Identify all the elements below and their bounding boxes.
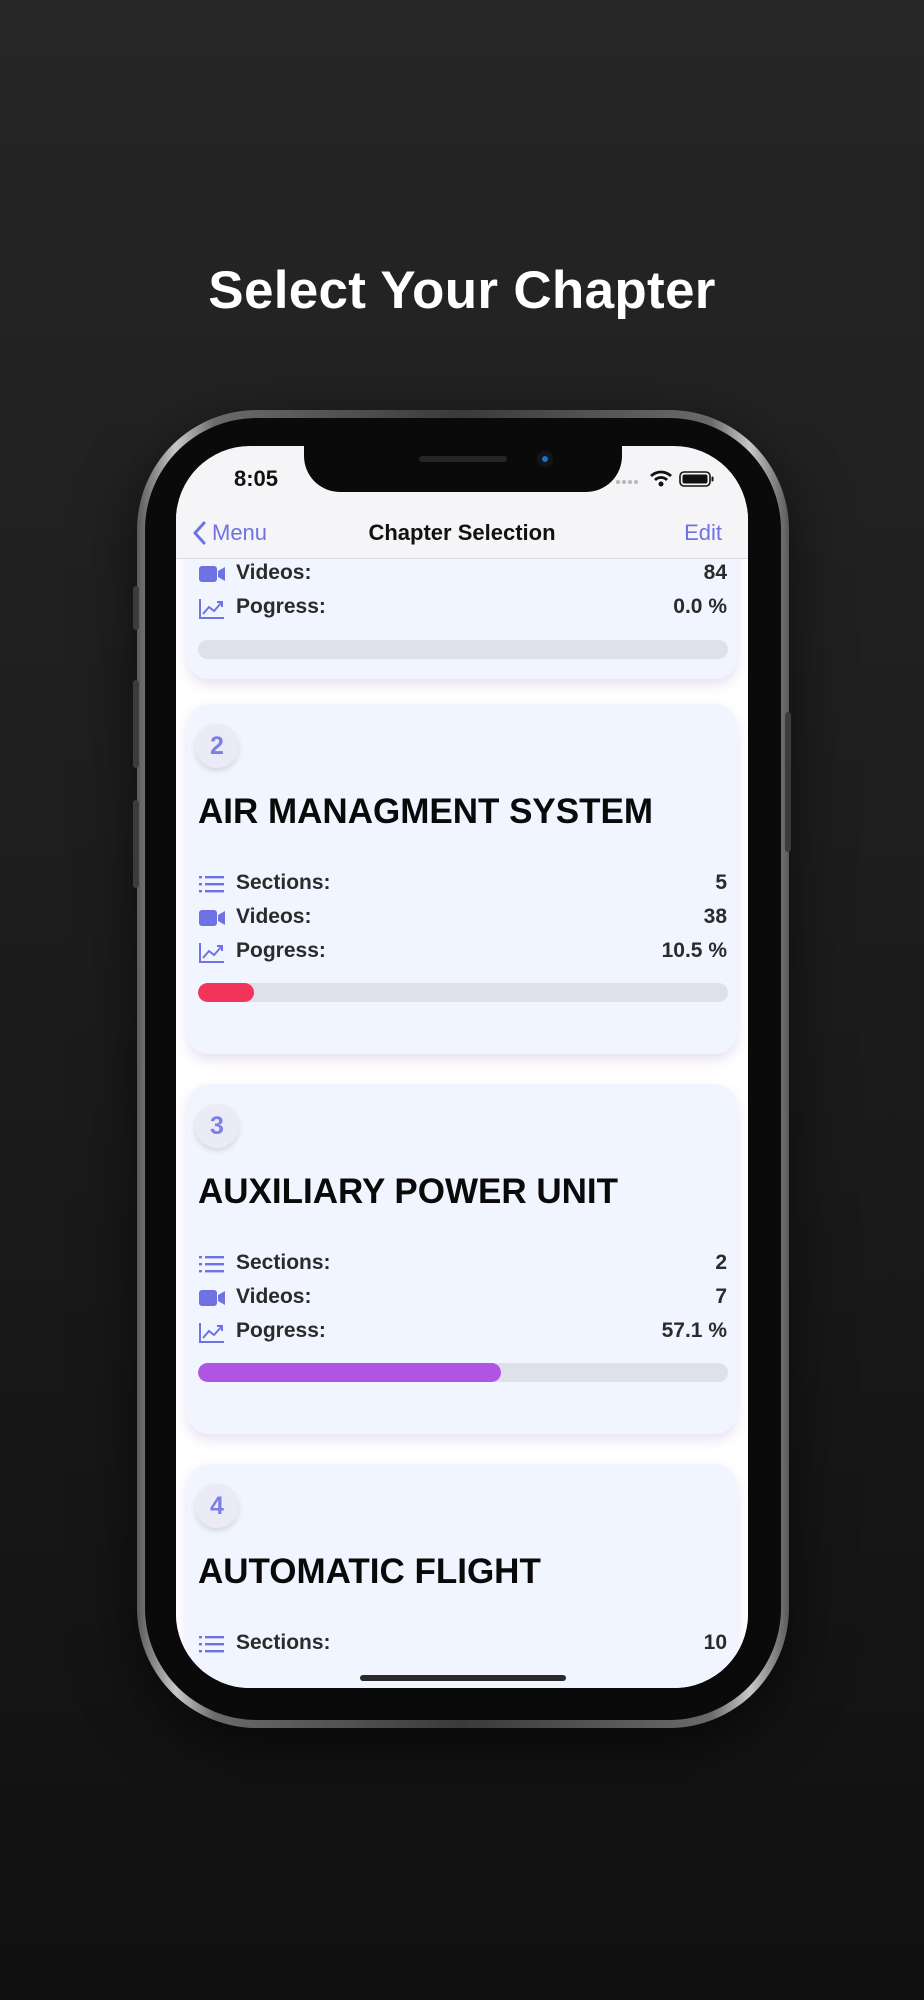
volume-up-button (133, 680, 139, 768)
chapter-title: AUTOMATIC FLIGHT (198, 1552, 541, 1591)
notch (304, 446, 622, 492)
promo-title: Select Your Chapter (208, 261, 716, 320)
videos-label: Videos: (236, 905, 312, 928)
navigation-bar: Menu Chapter Selection Edit (176, 508, 748, 559)
chapter-card-1[interactable]: Videos: 84 Pogress: 0.0 % (187, 559, 737, 679)
progress-fill (198, 983, 254, 1002)
sections-value: 10 (703, 1631, 727, 1654)
sections-label: Sections: (236, 871, 331, 894)
videos-value: 38 (703, 905, 727, 928)
videos-value: 7 (715, 1285, 727, 1308)
chart-line-icon (199, 599, 224, 619)
progress-value: 57.1 % (661, 1319, 727, 1342)
phone-screen: 8:05 Menu Chapter Selection Edit Videos:… (176, 446, 748, 1688)
sections-label: Sections: (236, 1251, 331, 1274)
sections-label: Sections: (236, 1631, 331, 1654)
front-camera (537, 451, 553, 467)
progress-label: Pogress: (236, 939, 326, 962)
power-button (785, 712, 791, 852)
status-time: 8:05 (234, 466, 279, 491)
sections-row: Sections: 10 (198, 1629, 727, 1659)
video-camera-icon (199, 1290, 225, 1306)
home-indicator[interactable] (360, 1675, 566, 1681)
sections-row: Sections: 5 (198, 869, 727, 899)
videos-row: Videos: 38 (198, 903, 727, 933)
status-icons (614, 468, 714, 488)
videos-label: Videos: (236, 561, 312, 584)
progress-bar (198, 983, 728, 1002)
videos-label: Videos: (236, 1285, 312, 1308)
progress-bar (198, 640, 728, 659)
progress-value: 10.5 % (661, 939, 727, 962)
progress-row: Pogress: 0.0 % (198, 593, 727, 623)
chapter-card-2[interactable]: 2 AIR MANAGMENT SYSTEM Sections: 5 Video… (187, 704, 737, 1054)
speaker-grille (419, 456, 507, 462)
back-button[interactable]: Menu (192, 520, 267, 546)
list-icon (199, 876, 224, 893)
chart-line-icon (199, 943, 224, 963)
video-camera-icon (199, 566, 225, 582)
volume-down-button (133, 800, 139, 888)
wifi-icon (650, 470, 672, 487)
progress-fill (198, 1363, 501, 1382)
chapter-number-badge: 2 (195, 724, 239, 768)
videos-value: 84 (703, 561, 727, 584)
chapter-list[interactable]: Videos: 84 Pogress: 0.0 % 2 AIR MANAGMEN… (176, 559, 748, 1688)
chapter-number-badge: 4 (195, 1484, 239, 1528)
progress-value: 0.0 % (673, 595, 727, 618)
progress-label: Pogress: (236, 595, 326, 618)
progress-row: Pogress: 57.1 % (198, 1317, 727, 1347)
chart-line-icon (199, 1323, 224, 1343)
videos-row: Videos: 7 (198, 1283, 727, 1313)
list-icon (199, 1636, 224, 1653)
sections-row: Sections: 2 (198, 1249, 727, 1279)
progress-label: Pogress: (236, 1319, 326, 1342)
edit-button[interactable]: Edit (684, 520, 722, 546)
mute-switch (133, 586, 139, 630)
back-button-label: Menu (212, 520, 268, 545)
chapter-number-badge: 3 (195, 1104, 239, 1148)
signal-icon (616, 480, 638, 484)
chapter-card-4[interactable]: 4 AUTOMATIC FLIGHT Sections: 10 (187, 1464, 737, 1688)
progress-bar (198, 1363, 728, 1382)
chapter-title: AUXILIARY POWER UNIT (198, 1172, 619, 1211)
chapter-title: AIR MANAGMENT SYSTEM (198, 792, 653, 831)
sections-value: 2 (715, 1251, 727, 1274)
chevron-left-icon (193, 521, 206, 545)
chapter-card-3[interactable]: 3 AUXILIARY POWER UNIT Sections: 2 Video… (187, 1084, 737, 1434)
list-icon (199, 1256, 224, 1273)
progress-row: Pogress: 10.5 % (198, 937, 727, 967)
videos-row: Videos: 84 (198, 559, 727, 589)
sections-value: 5 (715, 871, 727, 894)
battery-icon (679, 471, 714, 487)
video-camera-icon (199, 910, 225, 926)
